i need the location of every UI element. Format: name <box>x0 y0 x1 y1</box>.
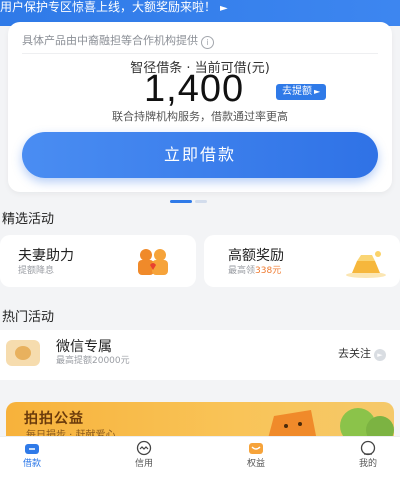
wechat-exclusive-subtitle: 最高提额20000元 <box>56 356 130 366</box>
bottom-tab-bar: 借款 信用 权益 我的 <box>0 436 400 483</box>
profile-icon <box>360 440 376 456</box>
carousel-dot-active <box>170 200 192 203</box>
activity-subtitle: 提额降息 <box>18 266 55 276</box>
follow-label: 去关注 <box>338 347 371 360</box>
raise-limit-label: 去提额 <box>282 86 312 97</box>
activity-title: 高额奖励 <box>228 248 284 264</box>
tab-loan[interactable]: 借款 <box>2 437 62 483</box>
carousel-dot <box>195 200 207 203</box>
provider-text: 具体产品由中裔融担等合作机构提供 <box>22 34 198 47</box>
tab-profile[interactable]: 我的 <box>338 437 398 483</box>
tab-label: 我的 <box>358 459 377 469</box>
tab-label: 权益 <box>246 459 265 469</box>
gift-icon <box>249 443 263 454</box>
reward-amount: 338元 <box>255 266 282 276</box>
activity-card-couple[interactable]: 夫妻助力 提额降息 <box>0 235 196 287</box>
info-icon[interactable]: i <box>201 36 214 49</box>
home-icon <box>25 444 39 454</box>
credit-icon <box>136 440 152 456</box>
loan-card: 具体产品由中裔融担等合作机构提供 i 智径借条 · 当前可借(元) 1,400 去… <box>8 22 392 192</box>
tab-label: 借款 <box>22 459 41 469</box>
provider-note: 具体产品由中裔融担等合作机构提供 i <box>22 32 214 49</box>
banner-text: 用户保护专区惊喜上线，大额奖励来啦！ ► <box>0 0 228 15</box>
banner-arrow-icon: ► <box>220 3 228 14</box>
available-amount: 1,400 <box>144 68 245 110</box>
play-arrow-icon: ► <box>314 87 321 96</box>
service-text: 联合持牌机构服务，借款通过率更高 <box>112 110 288 123</box>
featured-section-title: 精选活动 <box>2 212 55 227</box>
follow-button[interactable]: 去关注 ► <box>338 345 386 361</box>
activity-title: 夫妻助力 <box>18 248 74 264</box>
tab-benefits[interactable]: 权益 <box>226 437 286 483</box>
activity-card-reward[interactable]: 高额奖励 最高领338元 <box>204 235 400 287</box>
gold-bar-icon <box>346 251 386 278</box>
borrow-now-button[interactable]: 立即借款 <box>22 132 378 178</box>
activity-subtitle: 最高领338元 <box>228 263 281 276</box>
divider <box>22 53 378 54</box>
subtitle-prefix: 最高领 <box>228 266 256 276</box>
carousel-indicator <box>170 200 210 219</box>
couple-icon <box>138 249 168 275</box>
tab-credit[interactable]: 信用 <box>114 437 174 483</box>
banner-message: 用户保护专区惊喜上线，大额奖励来啦！ <box>0 0 217 14</box>
hot-section-title: 热门活动 <box>2 310 55 325</box>
tab-label: 信用 <box>134 459 153 469</box>
coin-bag-icon <box>6 340 40 366</box>
arrow-right-icon: ► <box>374 349 386 361</box>
promo-title: 拍拍公益 <box>24 411 84 427</box>
raise-limit-button[interactable]: 去提额 ► <box>276 84 327 100</box>
